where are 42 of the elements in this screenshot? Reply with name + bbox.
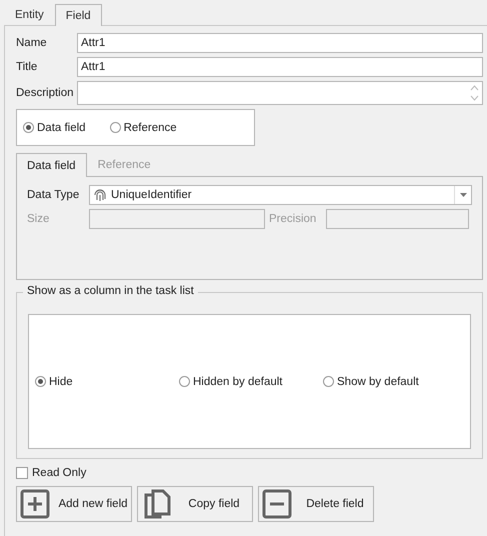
field-label: Name [16,37,48,49]
precision-field[interactable] [326,209,469,229]
size-field[interactable] [89,209,265,229]
checkbox-label: Read Only [32,467,86,479]
text-field[interactable]: Attr1 [77,57,483,77]
field-label: Precision [268,213,318,225]
tab[interactable]: Entity [4,4,55,25]
copy-button[interactable]: Copy field [137,486,253,522]
radio-label: Show by default [337,376,419,388]
tab[interactable]: Data field [16,153,87,177]
radio-option[interactable]: Reference [110,122,177,134]
data-type-dropdown[interactable]: UniqueIdentifier [89,185,472,205]
radio-option[interactable]: Show by default [323,376,467,388]
radio-label: Data field [37,122,86,134]
radio-label: Hide [49,376,73,388]
radio-button[interactable] [35,376,46,387]
delete-button[interactable]: Delete field [258,486,374,522]
description-field[interactable] [77,81,483,105]
dropdown-value: UniqueIdentifier [111,189,193,201]
add-button[interactable]: Add new field [16,486,132,522]
minus-icon [262,489,292,519]
radio-button[interactable] [23,122,34,133]
field-label: Size [27,213,50,225]
fingerprint-icon [93,188,107,202]
text-field[interactable]: Attr1 [77,33,483,53]
field-label: Description [16,87,75,99]
radio-option[interactable]: Hidden by default [179,376,323,388]
read-only-checkbox[interactable]: Read Only [16,467,86,479]
radio-button[interactable] [110,122,121,133]
radio-button[interactable] [179,376,190,387]
checkbox[interactable] [16,467,28,479]
radio-option[interactable]: Data field [23,122,86,134]
radio-label: Reference [124,122,177,134]
scroll-arrows-icon[interactable] [469,83,480,103]
plus-icon [20,489,50,519]
radio-label: Hidden by default [193,376,283,388]
tab[interactable]: Field [54,4,102,26]
field-label: Data Type [27,189,80,201]
radio-option[interactable]: Hide [35,376,179,388]
radio-button[interactable] [323,376,334,387]
field-label: Title [16,61,38,73]
group-title: Show as a column in the task list [23,285,198,297]
